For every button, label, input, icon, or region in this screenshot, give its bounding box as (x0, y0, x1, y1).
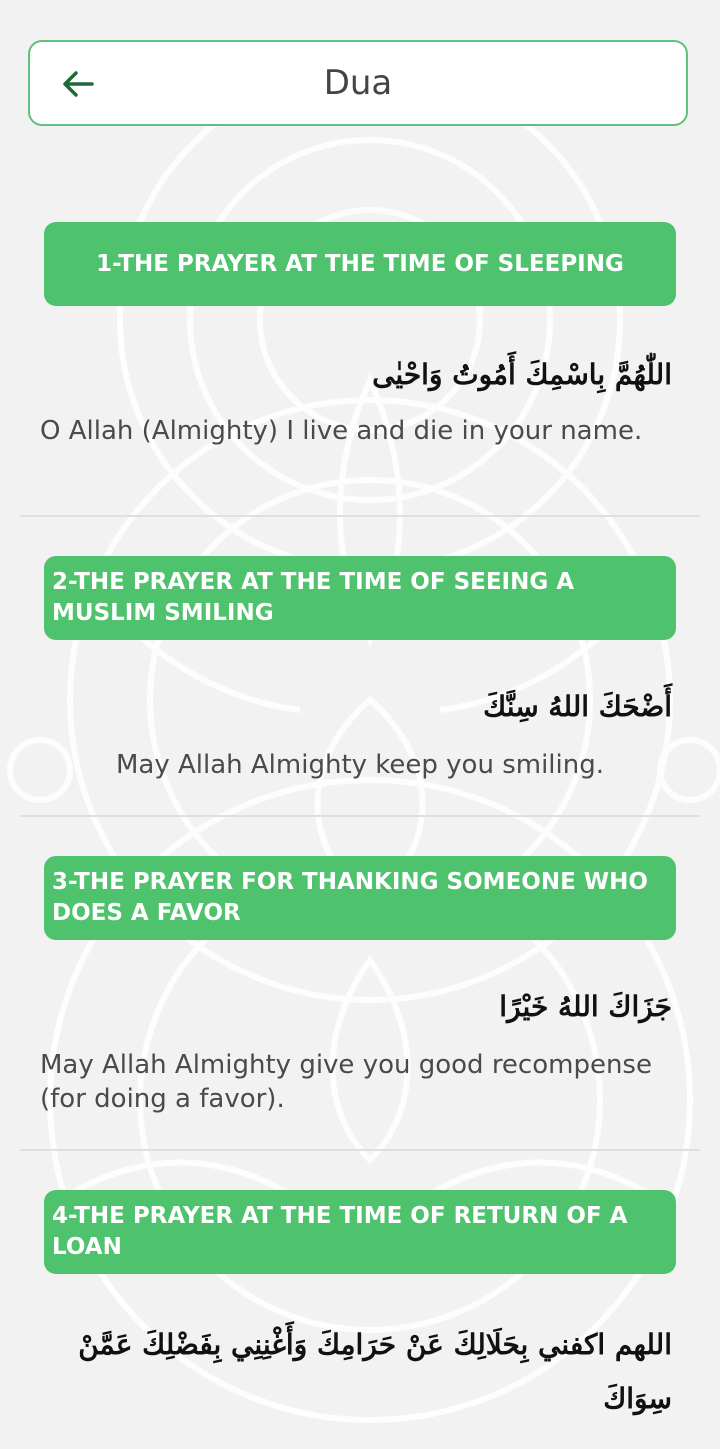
dua-title-button-2[interactable]: 2-THE PRAYER AT THE TIME OF SEEING A MUS… (44, 556, 676, 640)
dua-title-button-3[interactable]: 3-THE PRAYER FOR THANKING SOMEONE WHO DO… (44, 856, 676, 940)
app-header: Dua (28, 40, 688, 126)
divider (20, 515, 700, 517)
arrow-left-icon (63, 71, 94, 97)
dua-title-3: 3-THE PRAYER FOR THANKING SOMEONE WHO DO… (52, 869, 648, 926)
dua-title-1: 1-THE PRAYER AT THE TIME OF SLEEPING (96, 250, 624, 277)
page-title: Dua (323, 63, 393, 103)
dua-translation-2: May Allah Almighty keep you smiling. (115, 750, 605, 780)
divider (20, 1149, 700, 1151)
dua-arabic-4: اللهم اكفني بِحَلَالِكَ عَنْ حَرَامِكَ و… (78, 1328, 672, 1415)
dua-translation-1: O Allah (Almighty) I live and die in you… (40, 416, 643, 446)
dua-title-button-1[interactable]: 1-THE PRAYER AT THE TIME OF SLEEPING (44, 222, 676, 306)
dua-arabic-2: أَضْحَكَ اللهُ سِنَّكَ (483, 690, 672, 723)
back-button[interactable] (56, 62, 100, 106)
dua-arabic-3: جَزَاكَ اللهُ خَيْرًا (499, 990, 672, 1023)
dua-title-button-4[interactable]: 4-THE PRAYER AT THE TIME OF RETURN OF A … (44, 1190, 676, 1274)
dua-arabic-1: اللّٰهُمَّ بِاسْمِكَ أَمُوتُ وَاحْيٰى (372, 358, 672, 391)
dua-title-2: 2-THE PRAYER AT THE TIME OF SEEING A MUS… (52, 569, 575, 626)
dua-title-4: 4-THE PRAYER AT THE TIME OF RETURN OF A … (52, 1203, 628, 1260)
dua-translation-3: May Allah Almighty give you good recompe… (40, 1050, 652, 1114)
divider (20, 815, 700, 817)
